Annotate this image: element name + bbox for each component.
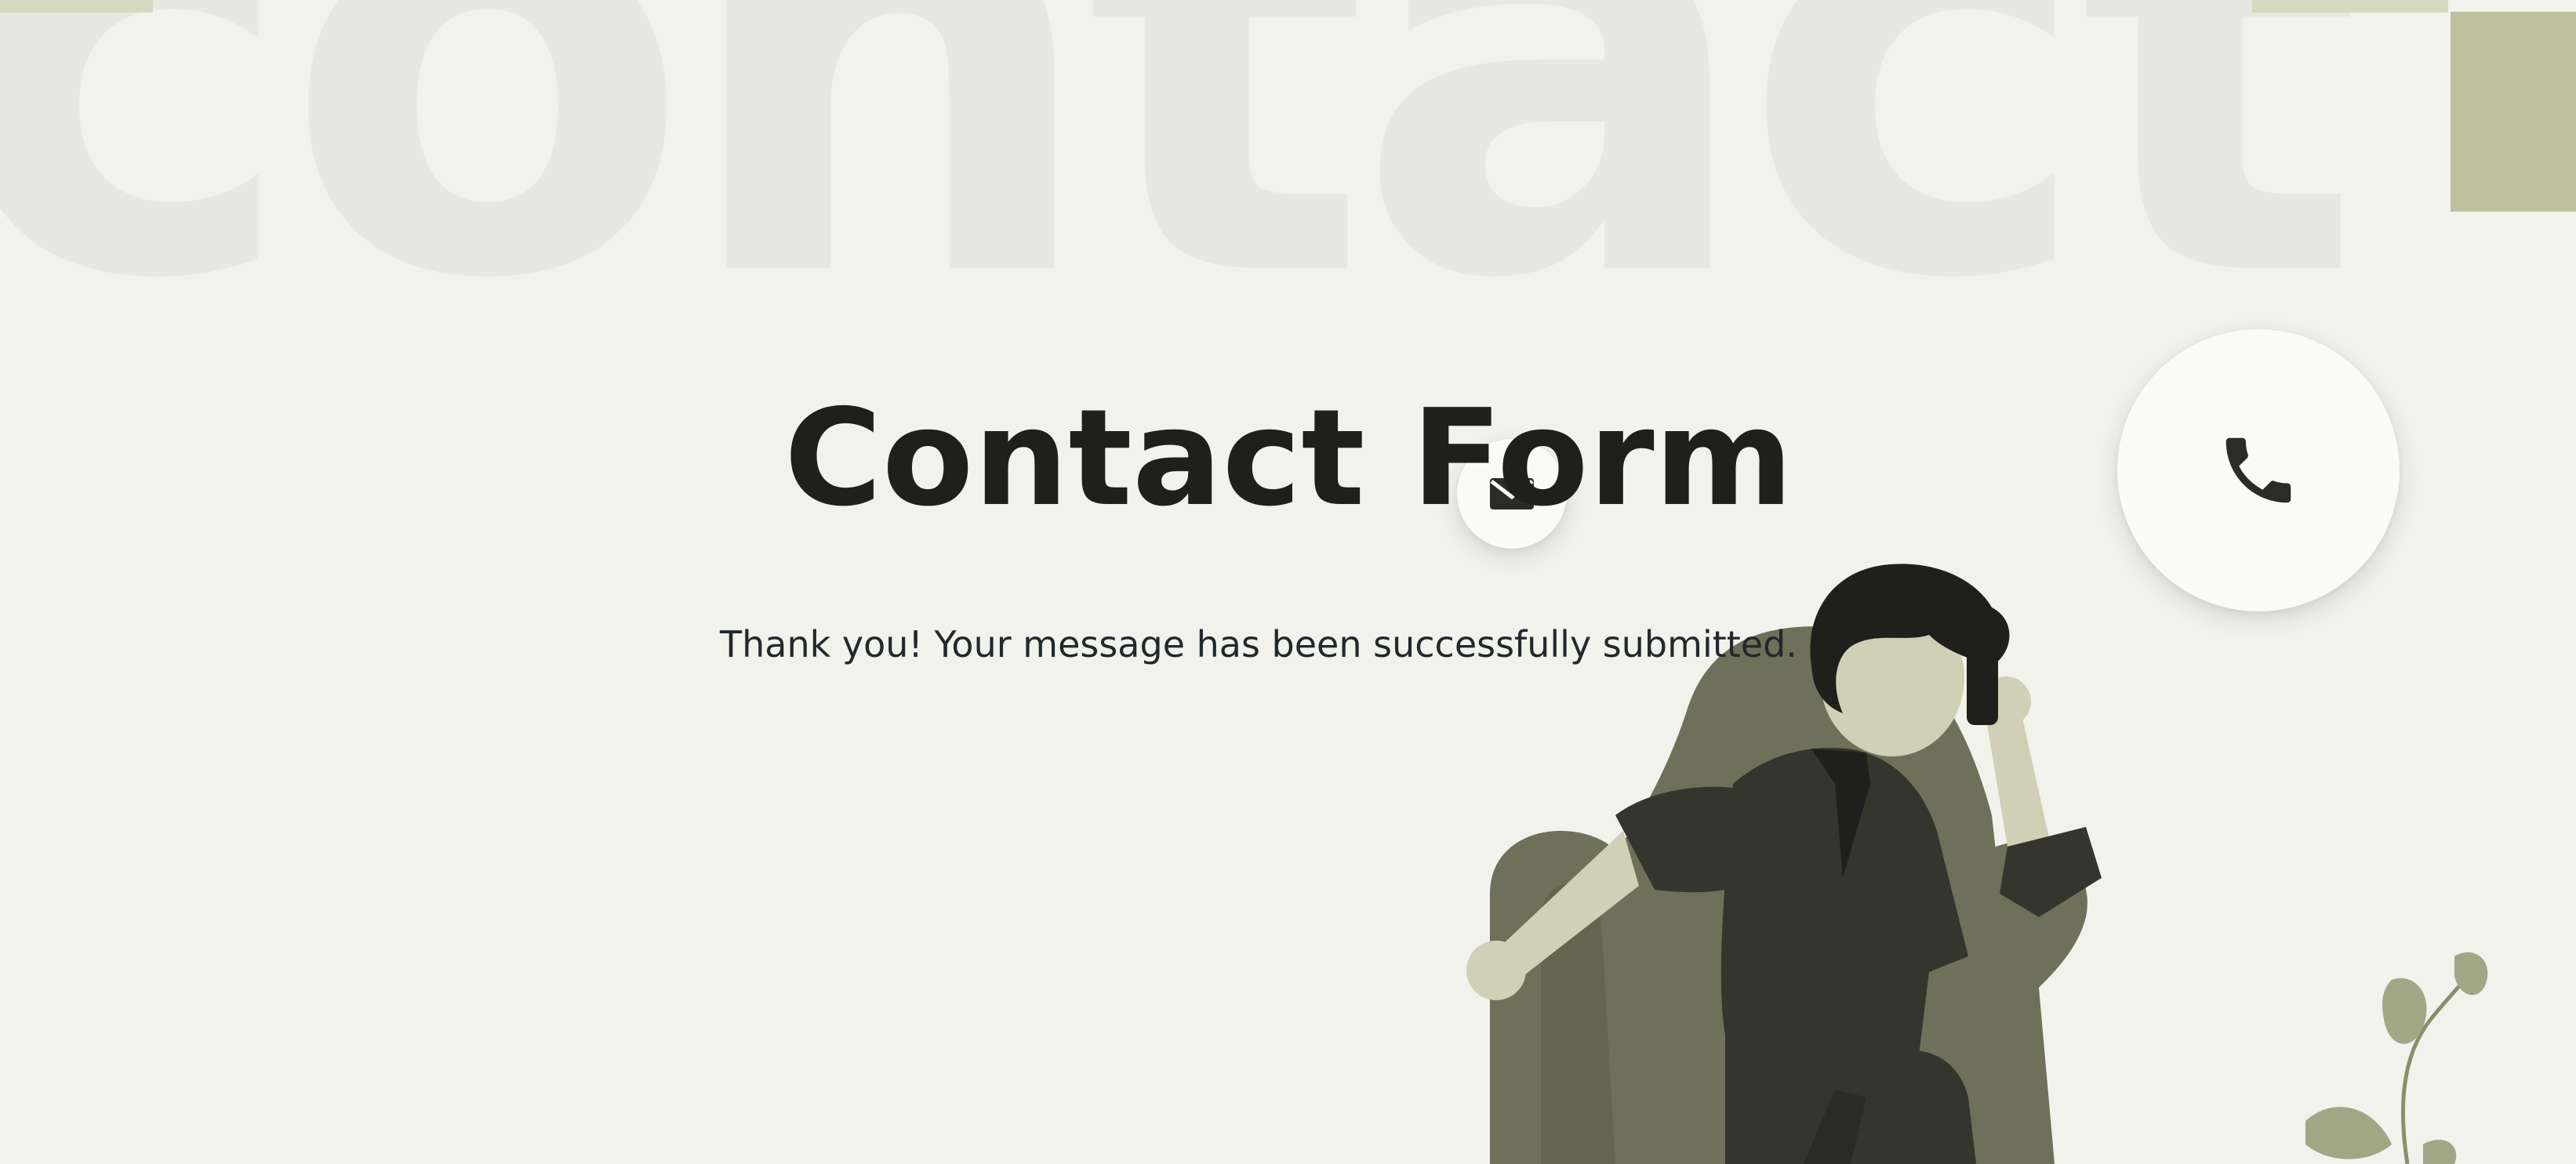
background-watermark-word: contact (0, 0, 2363, 409)
phone-icon (2225, 437, 2291, 503)
phone-bubble (2117, 329, 2400, 611)
decorative-block-top-right (2451, 12, 2576, 212)
decorative-block-top-right-strip (2252, 0, 2448, 13)
page-title: Contact Form (784, 381, 1793, 536)
handheld-phone (1967, 639, 1998, 725)
plant-illustration (2305, 952, 2488, 1164)
decorative-block-top-left (0, 0, 153, 13)
success-message: Thank you! Your message has been success… (720, 623, 1797, 665)
